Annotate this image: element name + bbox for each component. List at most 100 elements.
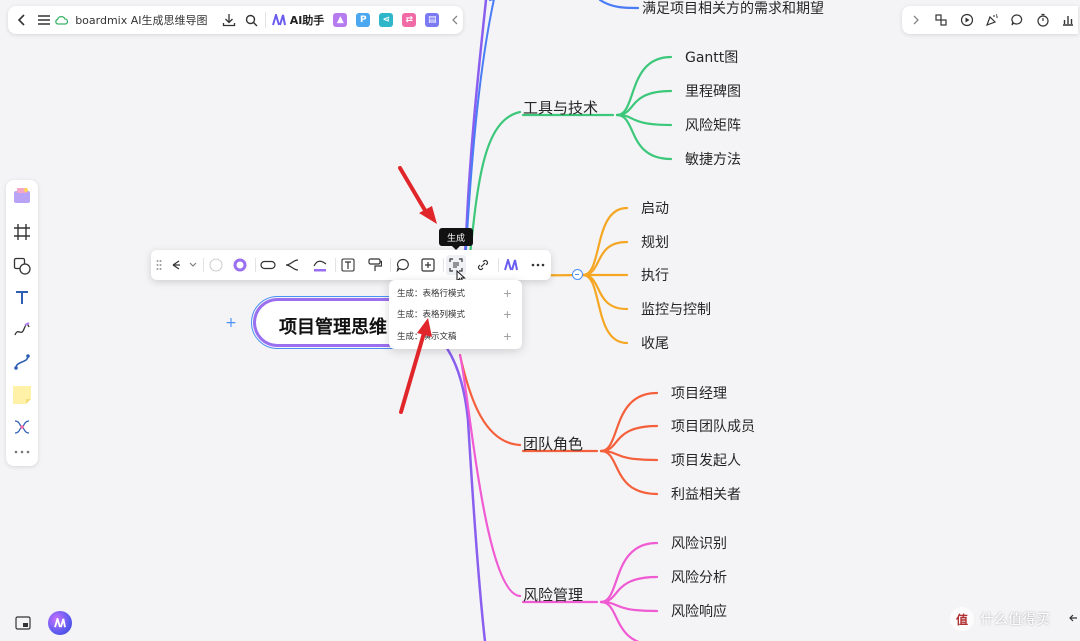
chat-plugin-icon[interactable]: ▤	[425, 13, 440, 27]
ai-assistant-label: AI助手	[289, 14, 325, 27]
mindmap-leaf-node[interactable]: 规划	[641, 232, 669, 252]
mindmap-leaf-node[interactable]: 里程碑图	[685, 81, 741, 101]
mindmap-leaf-node[interactable]: 满足项目相关方的需求和期望	[642, 0, 824, 18]
connector-icon[interactable]	[10, 350, 34, 374]
back-icon[interactable]	[14, 9, 30, 31]
mindmap-branch-node[interactable]: 工具与技术	[523, 97, 598, 118]
plus-icon: +	[502, 329, 512, 343]
mindmap-leaf-node[interactable]: 风险识别	[671, 533, 727, 553]
mindmap-leaf-node[interactable]: 利益相关者	[671, 484, 741, 504]
right-toolbar	[902, 6, 1078, 34]
mindmap-leaf-node[interactable]: 风险分析	[671, 567, 727, 587]
leaf-line	[598, 0, 640, 10]
comment-icon[interactable]	[1008, 10, 1027, 30]
menu-item-presentation[interactable]: 生成：演示文稿 +	[389, 325, 522, 347]
toolbar-divider	[255, 258, 256, 272]
mindmap-leaf-node[interactable]: 项目经理	[671, 383, 727, 403]
mindmap-tool-icon[interactable]	[10, 415, 34, 439]
ai-assistant-button[interactable]: AI助手	[271, 12, 325, 28]
frame-icon[interactable]	[10, 220, 34, 244]
generate-tooltip: 生成	[439, 228, 473, 250]
menu-item-label: 生成：演示文稿	[397, 332, 457, 342]
minimap-icon[interactable]	[12, 612, 34, 634]
trunk-line	[401, 320, 487, 641]
toolbar-divider	[264, 12, 266, 28]
toolbar-divider	[498, 258, 499, 272]
download-icon[interactable]	[222, 9, 238, 31]
ai-logo-icon	[271, 14, 286, 26]
branch-line-icon[interactable]	[282, 255, 302, 275]
collapse-panel-icon[interactable]	[1068, 612, 1078, 626]
leaf-line	[615, 113, 673, 161]
watermark-logo: 值	[950, 607, 974, 631]
collapse-toolbar-icon[interactable]	[447, 9, 463, 31]
node-format-toolbar	[151, 250, 551, 280]
template-library-icon[interactable]	[10, 184, 34, 208]
fill-color-icon[interactable]	[206, 255, 226, 275]
celebrate-icon[interactable]	[982, 10, 1001, 30]
format-painter-icon[interactable]	[365, 255, 385, 275]
comment-icon[interactable]	[393, 255, 413, 275]
menu-item-label: 生成：表格行模式	[397, 289, 466, 299]
line-color-icon[interactable]	[310, 255, 330, 275]
mindmap-leaf-node[interactable]: 监控与控制	[641, 299, 711, 319]
image-plugin-icon[interactable]: ▲	[333, 13, 348, 27]
mindmap-leaf-node[interactable]: 启动	[641, 198, 669, 218]
border-color-icon[interactable]	[230, 255, 250, 275]
text-tool-icon[interactable]	[10, 286, 34, 310]
root-node[interactable]: 项目管理思维	[251, 296, 405, 349]
mindmap-leaf-node[interactable]: Gantt图	[685, 47, 738, 67]
text-style-icon[interactable]	[338, 255, 358, 275]
link-icon[interactable]	[473, 255, 493, 275]
search-icon[interactable]	[243, 9, 259, 31]
mindmap-leaf-node[interactable]: 风险响应	[671, 601, 727, 621]
menu-icon[interactable]	[36, 9, 52, 31]
present-icon[interactable]	[957, 10, 976, 30]
toolbar-divider	[390, 258, 391, 272]
expand-right-icon[interactable]	[906, 10, 925, 30]
mindmap-leaf-node[interactable]: 执行	[641, 265, 669, 285]
layout-structure-icon[interactable]	[170, 255, 200, 275]
ai-tool-icon[interactable]	[501, 255, 521, 275]
drag-handle-icon[interactable]	[153, 255, 165, 275]
flow-plugin-icon[interactable]: ⇄	[402, 13, 417, 27]
menu-item-table-row[interactable]: 生成：表格行模式 +	[389, 282, 522, 304]
more-tools-icon[interactable]	[10, 443, 34, 461]
branch-line	[468, 110, 522, 257]
plus-icon: +	[502, 286, 512, 300]
leaf-line	[599, 391, 659, 453]
generate-menu: 生成：表格行模式 + 生成：表格列模式 + 生成：演示文稿 +	[389, 280, 522, 349]
toolbar-divider	[203, 258, 204, 272]
mindmap-leaf-node[interactable]: 项目团队成员	[671, 416, 755, 436]
mindmap-leaf-node[interactable]: 风险矩阵	[685, 115, 741, 135]
mindmap-leaf-node[interactable]: 敏捷方法	[685, 149, 741, 169]
mindmap-leaf-node[interactable]: 项目发起人	[671, 450, 741, 470]
menu-item-table-column[interactable]: 生成：表格列模式 +	[389, 303, 522, 325]
shape-icon[interactable]	[10, 254, 34, 278]
insert-node-icon[interactable]	[418, 255, 438, 275]
pen-icon[interactable]	[10, 318, 34, 342]
top-toolbar: boardmix AI生成思维导图 AI助手 ▲ P ⋖ ⇄ ▤	[8, 6, 463, 34]
site-watermark: 值 什么值得买	[950, 605, 1070, 633]
add-node-icon[interactable]: +	[224, 316, 238, 330]
leaf-line	[599, 541, 659, 604]
ai-orb-button[interactable]	[48, 611, 72, 635]
collapse-branch-icon[interactable]	[572, 269, 583, 280]
mindmap-branch-node[interactable]: 团队角色	[523, 433, 583, 454]
sticky-note-icon[interactable]	[10, 383, 34, 407]
p-plugin-icon[interactable]: P	[356, 13, 371, 27]
mindmap-branch-node[interactable]: 风险管理	[523, 584, 583, 605]
toolbar-divider	[335, 258, 336, 272]
document-title[interactable]: boardmix AI生成思维导图	[75, 12, 207, 28]
mindmap-leaf-node[interactable]: 收尾	[641, 333, 669, 353]
timer-icon[interactable]	[1033, 10, 1052, 30]
share-plugin-icon[interactable]: ⋖	[379, 13, 394, 27]
more-options-icon[interactable]	[528, 255, 548, 275]
stats-icon[interactable]	[1059, 10, 1078, 30]
template-icon[interactable]	[931, 10, 950, 30]
node-shape-icon[interactable]	[258, 255, 278, 275]
ai-logo-icon	[54, 618, 66, 628]
cloud-sync-icon	[53, 9, 69, 31]
menu-item-label: 生成：表格列模式	[397, 310, 466, 320]
plugin-row: ▲ P ⋖ ⇄ ▤	[324, 13, 440, 27]
